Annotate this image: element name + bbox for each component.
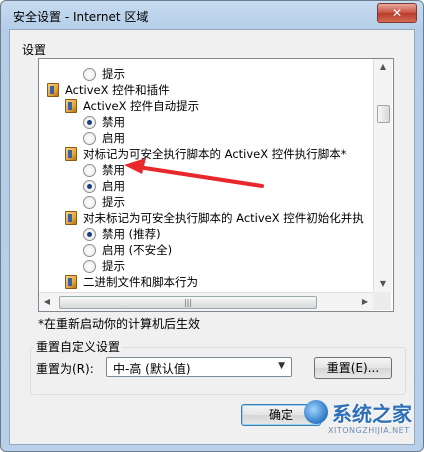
horizontal-scroll-thumb[interactable]: ||| — [59, 296, 317, 309]
settings-item-label: 禁用 — [102, 115, 125, 129]
security-level-select[interactable]: 中-高 (默认值) ▼ — [106, 357, 292, 377]
site-watermark: 系统之家 XITONGZHIJIA.NET — [300, 398, 422, 444]
radio-unchecked[interactable] — [83, 196, 96, 209]
radio-unchecked[interactable] — [83, 260, 96, 273]
scroll-right-icon[interactable]: ▶ — [357, 293, 373, 311]
settings-item-label: 对未标记为可安全执行脚本的 ActiveX 控件初始化并执 — [83, 211, 364, 225]
settings-folder-icon — [65, 275, 77, 289]
horizontal-scrollbar[interactable]: ◀ ||| ▶ — [39, 292, 373, 311]
settings-label: 设置 — [22, 43, 47, 57]
close-button[interactable]: ✕ — [377, 3, 417, 23]
reset-button[interactable]: 重置(E)... — [314, 357, 392, 379]
title-bar[interactable]: 安全设置 - Internet 区域 ✕ — [1, 1, 423, 29]
watermark-logo-icon — [304, 400, 328, 424]
restart-note: *在重新启动你的计算机后生效 — [38, 317, 201, 331]
window-title: 安全设置 - Internet 区域 — [13, 10, 149, 24]
reset-group-title: 重置自定义设置 — [34, 338, 123, 355]
scroll-corner — [373, 292, 391, 310]
radio-checked[interactable] — [83, 116, 96, 129]
settings-item-label: 启用 (不安全) — [102, 243, 173, 257]
scroll-up-icon[interactable]: ▲ — [374, 59, 392, 75]
radio-unchecked[interactable] — [83, 244, 96, 257]
radio-unchecked[interactable] — [83, 68, 96, 81]
settings-folder-icon — [65, 211, 77, 225]
settings-folder-icon — [65, 99, 77, 113]
settings-list-content: 提示 ActiveX 控件和插件 ActiveX 控件自动提示 禁用 启用 对标记为可安全… — [39, 59, 373, 292]
settings-item-label: 禁用 — [102, 163, 125, 177]
settings-folder-icon — [47, 83, 59, 97]
settings-item-label: 二进制文件和脚本行为 — [83, 275, 198, 289]
settings-item-label: ActiveX 控件自动提示 — [83, 99, 200, 113]
watermark-domain: XITONGZHIJIA.NET — [328, 426, 410, 435]
scroll-left-icon[interactable]: ◀ — [39, 293, 55, 311]
settings-folder-icon — [65, 147, 77, 161]
chevron-down-icon: ▼ — [278, 361, 285, 371]
radio-unchecked[interactable] — [83, 132, 96, 145]
close-icon: ✕ — [391, 6, 403, 20]
grip-icon: ||| — [183, 298, 193, 307]
vertical-scrollbar[interactable]: ▲ ▼ — [373, 59, 392, 292]
reset-to-label: 重置为(R): — [36, 362, 94, 376]
settings-item-label: 对标记为可安全执行脚本的 ActiveX 控件执行脚本* — [83, 147, 347, 161]
settings-item-label: 启用 — [102, 131, 125, 145]
settings-item-label: 提示 — [102, 67, 125, 81]
settings-item-label: 提示 — [102, 195, 125, 209]
settings-item-label: 禁用 (推荐) — [102, 227, 161, 241]
settings-item-label: 启用 — [102, 179, 125, 193]
settings-item-label: ActiveX 控件和插件 — [65, 83, 170, 97]
scroll-down-icon[interactable]: ▼ — [374, 276, 392, 292]
settings-item-label: 提示 — [102, 259, 125, 273]
vertical-scroll-thumb[interactable] — [377, 105, 390, 123]
radio-unchecked[interactable] — [83, 164, 96, 177]
watermark-brand: 系统之家 — [332, 402, 412, 426]
radio-checked[interactable] — [83, 180, 96, 193]
settings-list[interactable]: 提示 ActiveX 控件和插件 ActiveX 控件自动提示 禁用 启用 对标记为可安全… — [38, 58, 394, 312]
security-level-value: 中-高 (默认值) — [113, 362, 191, 376]
radio-checked[interactable] — [83, 228, 96, 241]
